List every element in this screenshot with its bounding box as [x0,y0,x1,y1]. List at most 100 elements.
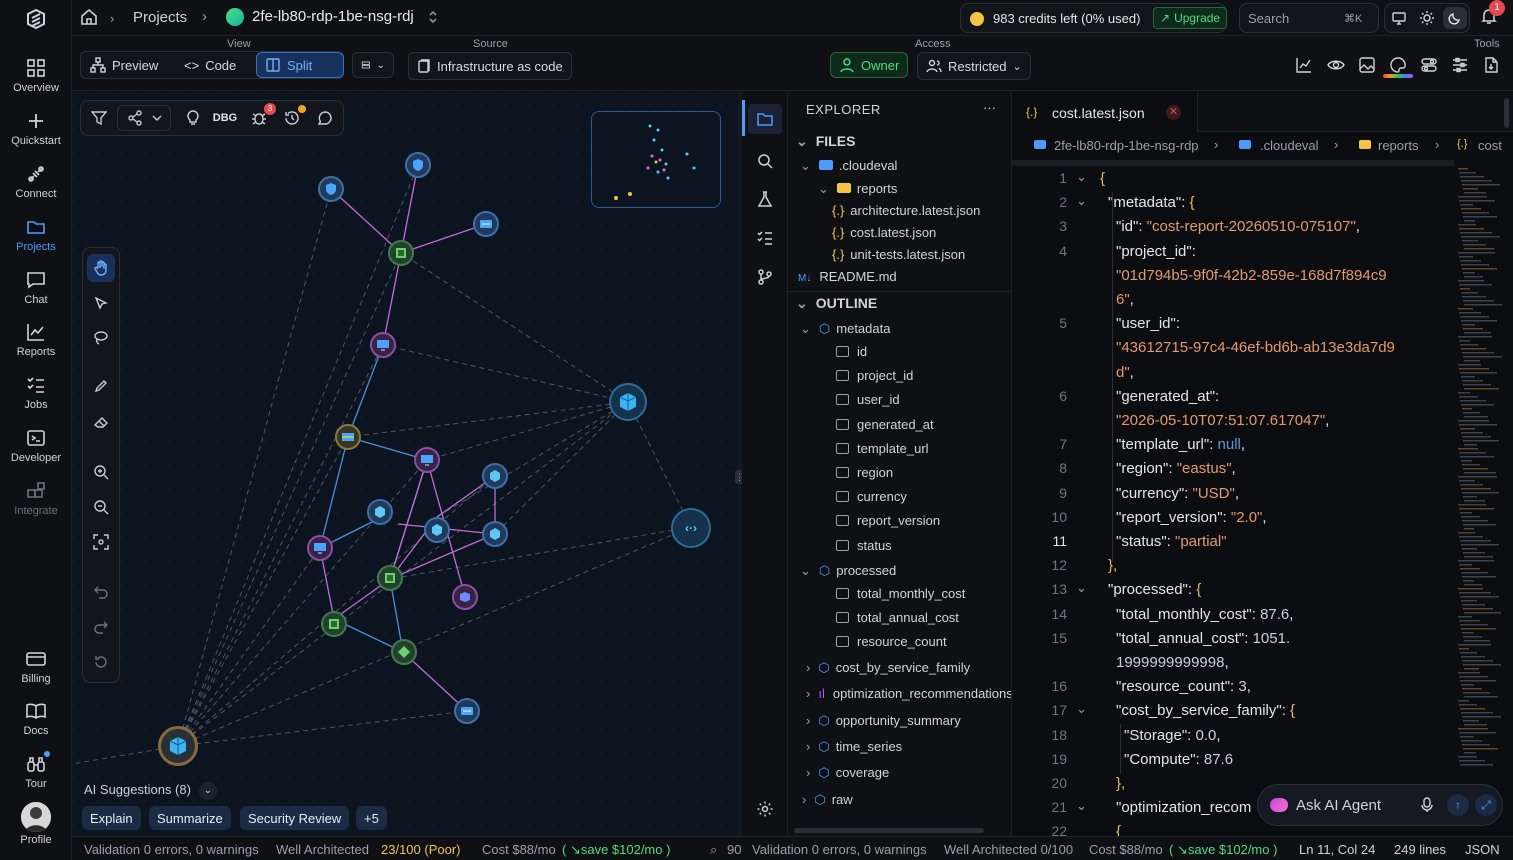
nav-projects[interactable]: Projects [0,216,72,253]
mic-icon[interactable] [1420,797,1434,813]
outline-field[interactable]: generated_at [836,417,934,432]
outline-field[interactable]: project_id [836,368,913,383]
logo-icon[interactable] [22,8,50,36]
lightbulb-icon[interactable] [179,104,207,132]
nav-integrate[interactable]: Integrate [0,480,72,517]
wa-label[interactable]: Well Architected [276,842,369,857]
iac-button[interactable]: Infrastructure as code [408,52,572,80]
undo-icon[interactable] [87,578,115,606]
fold-chevron-icon[interactable]: ⌄ [1076,193,1087,209]
outline-section[interactable]: ⌄ OUTLINE [796,295,877,312]
vnet-node-icon[interactable] [377,565,403,591]
outline-processed[interactable]: ⌄ ⬡ processed [800,563,896,579]
outline-field[interactable]: template_url [836,441,929,456]
code-button[interactable]: <> Code [176,52,244,78]
outline-field[interactable]: region [836,465,893,480]
git-branch-icon[interactable] [756,268,774,286]
breadcrumb-projects[interactable]: Projects [133,9,187,26]
preview-button[interactable]: Preview [82,52,166,78]
filter-icon[interactable] [85,104,113,132]
vm-node-icon[interactable] [370,332,396,358]
file-unit-tests[interactable]: {.} unit-tests.latest.json [832,247,965,262]
outline-field[interactable]: currency [836,489,907,504]
redo-icon[interactable] [87,613,115,641]
outline-field[interactable]: report_version [836,513,940,528]
shield-node-icon[interactable] [405,152,431,178]
debug-button[interactable]: DBG [211,104,239,132]
outline-group[interactable]: › ⬡ raw [802,792,853,808]
split-button[interactable]: Split [256,52,344,78]
file-readme[interactable]: M↓ README.md [798,269,897,284]
wa-status-editor[interactable]: Well Architected 0/100 [944,842,1073,857]
image-icon[interactable] [1358,56,1376,74]
moon-icon[interactable] [1443,7,1467,29]
vnet-node-icon[interactable] [388,240,414,266]
nav-connect[interactable]: Connect [0,163,72,200]
upgrade-button[interactable]: ↗ Upgrade [1153,7,1228,29]
outline-group[interactable]: › ⬡ coverage [806,765,889,781]
chip-explain[interactable]: Explain [82,806,141,830]
pointer-icon[interactable] [87,290,115,318]
expand-icon[interactable]: ⤢ [1475,794,1497,816]
project-name[interactable]: 2fe-lb80-rdp-1be-nsg-rdj [252,8,414,25]
analytics-icon[interactable] [1295,56,1313,74]
pencil-icon[interactable] [87,372,115,400]
vm-node-icon[interactable] [414,447,440,473]
nic-node-icon[interactable] [454,698,480,724]
explorer-scrollbar[interactable] [794,828,984,833]
ai-suggestions-label[interactable]: AI Suggestions (8) [84,782,191,797]
cube-node-icon[interactable] [482,521,508,547]
eye-icon[interactable] [1327,56,1345,74]
reset-icon[interactable] [87,648,115,676]
outline-field[interactable]: user_id [836,392,900,407]
monitor-icon[interactable] [1391,10,1407,26]
outline-group[interactable]: › ⬡ time_series [806,739,902,755]
file-architecture[interactable]: {.} architecture.latest.json [832,203,980,218]
checklist-icon[interactable] [756,229,774,247]
validation-status[interactable]: Validation 0 errors, 0 warnings [84,842,259,857]
outline-field[interactable]: resource_count [836,634,947,649]
files-icon[interactable] [748,104,782,134]
validation-status-editor[interactable]: Validation 0 errors, 0 warnings [752,842,927,857]
resource-group-node-icon[interactable] [158,726,198,766]
chip-more[interactable]: +5 [356,806,387,830]
send-icon[interactable]: ↑ [1447,794,1469,816]
fold-chevron-icon[interactable]: ⌄ [1076,169,1087,185]
home-icon[interactable] [80,8,98,26]
nav-chat[interactable]: Chat [0,269,72,306]
editor-tab[interactable]: {.} cost.latest.json ✕ [1012,92,1198,132]
crumb[interactable]: reports [1378,138,1418,153]
shield-node-icon[interactable] [318,176,344,202]
more-icon[interactable]: ··· [983,100,996,115]
cube-node-icon[interactable] [424,517,450,543]
storage-node-icon[interactable] [335,424,361,450]
zoom-in-icon[interactable] [87,458,115,486]
sliders-icon[interactable] [1451,56,1469,74]
hand-icon[interactable] [87,254,115,282]
nav-billing[interactable]: Billing [0,648,72,685]
minimap[interactable] [1454,168,1510,788]
palette-icon[interactable] [1389,56,1407,74]
outline-field[interactable]: total_annual_cost [836,610,959,625]
code-area[interactable]: 1 ⌄{2 ⌄ "metadata": {3 "id": "cost-report-20… [1012,168,1454,836]
vnet-node-icon[interactable] [321,611,347,637]
zoom-out-icon[interactable] [87,493,115,521]
file-cost[interactable]: {.} cost.latest.json [832,225,936,240]
gear-icon[interactable] [756,800,774,818]
eraser-icon[interactable] [87,408,115,436]
chip-summarize[interactable]: Summarize [149,806,231,830]
nav-jobs[interactable]: Jobs [0,374,72,411]
cube-node-icon[interactable] [367,499,393,525]
sun-icon[interactable] [1419,10,1435,26]
nav-developer[interactable]: Developer [0,427,72,464]
files-section[interactable]: ⌄ FILES [796,133,855,150]
nic-node-icon[interactable] [473,211,499,237]
chevron-down-icon[interactable]: ⌄ [199,782,217,800]
disk-node-icon[interactable] [452,584,478,610]
save-status[interactable]: ( ↘save $102/mo ) [562,842,670,858]
nav-tour[interactable]: Tour [0,751,72,790]
save-status-editor[interactable]: ( ↘save $102/mo ) [1169,842,1277,858]
language-mode[interactable]: JSON [1465,842,1500,857]
toggles-icon[interactable] [1420,56,1438,74]
outline-metadata[interactable]: ⌄ ⬡ metadata [800,321,890,337]
